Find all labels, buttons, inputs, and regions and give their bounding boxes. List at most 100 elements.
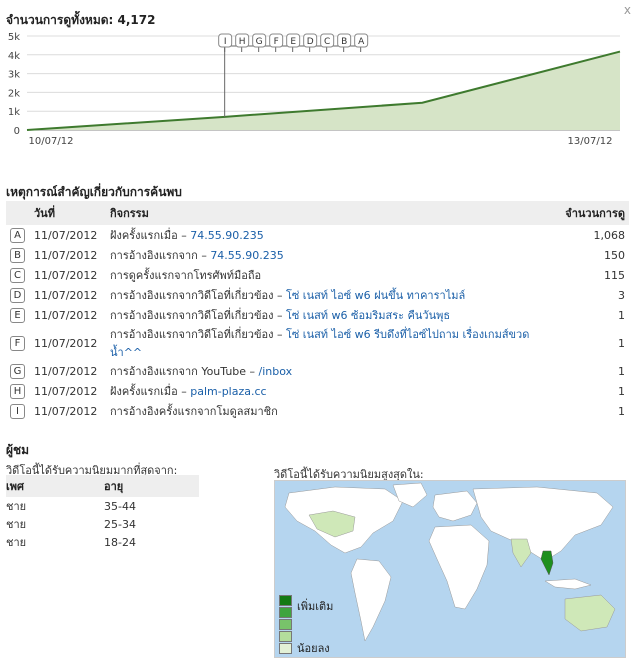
event-count: 115	[604, 268, 625, 282]
event-activity: การอ้างอิงแรกจาก YouTube – /inbox	[106, 361, 549, 381]
events-row: F 11/07/2012 การอ้างอิงแรกจากวิดีโอที่เกี่…	[6, 325, 629, 361]
event-letter-cell: H	[6, 381, 30, 401]
event-date: 11/07/2012	[34, 404, 98, 418]
event-activity-link[interactable]: โซ่ เนสท์ w6 ซ้อมริมสระ คืนวันพุธ	[286, 309, 450, 322]
event-activity: การอ้างอิงครั้งแรกจากโมดูลสมาชิก	[106, 401, 549, 421]
world-map[interactable]: เพิ่มเติม น้อยลง	[274, 480, 626, 658]
demographics-age: 18-24	[104, 535, 136, 549]
event-count: 3	[618, 288, 625, 302]
event-letter-cell: F	[6, 325, 30, 361]
event-activity-text: การอ้างอิงครั้งแรกจากโมดูลสมาชิก	[110, 405, 278, 418]
event-marker-label: A	[358, 37, 365, 47]
events-title: เหตุการณ์สำคัญเกี่ยวกับการค้นพบ	[6, 185, 182, 199]
event-letter-cell: G	[6, 361, 30, 381]
event-activity-text: การอ้างอิงแรกจากวิดีโอที่เกี่ยวข้อง –	[110, 289, 286, 302]
event-activity: การอ้างอิงแรกจากวิดีโอที่เกี่ยวข้อง – โซ…	[106, 305, 549, 325]
event-count: 1	[618, 404, 625, 418]
events-header-activity: กิจกรรม	[106, 201, 549, 225]
event-count: 1,068	[593, 228, 626, 242]
event-count: 1	[618, 364, 625, 378]
events-row: H 11/07/2012 ฝังครั้งแรกเมื่อ – palm-plaza…	[6, 381, 629, 401]
legend-swatch	[279, 607, 292, 618]
event-letter-badge[interactable]: D	[10, 287, 25, 303]
event-marker-label: B	[341, 37, 347, 47]
events-row: A 11/07/2012 ฝังครั้งแรกเมื่อ – 74.55.90.2…	[6, 225, 629, 245]
legend-less-label: น้อยลง	[297, 642, 330, 655]
events-header-date: วันที่	[30, 201, 106, 225]
events-row: G 11/07/2012 การอ้างอิงแรกจาก YouTube – /i…	[6, 361, 629, 381]
event-marker-label: E	[290, 37, 296, 47]
event-letter-badge[interactable]: G	[10, 363, 25, 379]
event-activity-text: ฝังครั้งแรกเมื่อ –	[110, 229, 191, 242]
events-header-letter	[6, 201, 30, 225]
event-date: 11/07/2012	[34, 336, 98, 350]
y-tick-label: 5k	[8, 32, 20, 43]
event-activity: การดูครั้งแรกจากโทรศัพท์มือถือ	[106, 265, 549, 285]
x-tick-label: 13/07/12	[568, 136, 613, 147]
event-letter-badge[interactable]: F	[10, 335, 25, 351]
demographics-gender: ชาย	[6, 536, 27, 549]
events-header-row: วันที่ กิจกรรม จำนวนการดู	[6, 201, 629, 225]
event-letter-badge[interactable]: I	[10, 403, 25, 419]
events-row: I 11/07/2012 การอ้างอิงครั้งแรกจากโมดูลสมา…	[6, 401, 629, 421]
events-row: C 11/07/2012 การดูครั้งแรกจากโทรศัพท์มือถื…	[6, 265, 629, 285]
event-activity-text: การอ้างอิงแรกจากวิดีโอที่เกี่ยวข้อง –	[110, 328, 286, 341]
event-marker-label: F	[274, 37, 279, 47]
event-letter-cell: A	[6, 225, 30, 245]
event-activity-link[interactable]: โซ่ เนสท์ ไอซ์ w6 ฝนขึ้น ทาคาราไมล์	[286, 289, 465, 302]
event-letter-badge[interactable]: A	[10, 227, 25, 243]
demographics-table: เพศ อายุ ชาย 35-44 ชาย 25-34 ชาย 18-24	[6, 475, 199, 551]
event-letter-badge[interactable]: B	[10, 247, 25, 263]
demographics-row: ชาย 18-24	[6, 533, 199, 551]
event-letter-cell: B	[6, 245, 30, 265]
event-activity: การอ้างอิงแรกจาก – 74.55.90.235	[106, 245, 549, 265]
event-activity-link[interactable]: palm-plaza.cc	[190, 385, 266, 398]
event-marker-label: D	[307, 37, 314, 47]
area-fill	[27, 51, 620, 130]
event-count: 1	[618, 384, 625, 398]
y-tick-label: 3k	[8, 70, 20, 81]
y-tick-label: 4k	[8, 51, 20, 62]
event-activity-link[interactable]: 74.55.90.235	[210, 249, 283, 262]
event-activity-text: ฝังครั้งแรกเมื่อ –	[110, 385, 191, 398]
event-letter-cell: D	[6, 285, 30, 305]
event-letter-cell: I	[6, 401, 30, 421]
demographics-row: ชาย 35-44	[6, 497, 199, 515]
events-row: D 11/07/2012 การอ้างอิงแรกจากวิดีโอที่เกี่…	[6, 285, 629, 305]
event-marker-label: I	[224, 37, 227, 47]
y-tick-label: 2k	[8, 88, 20, 99]
event-marker-label: G	[256, 37, 263, 47]
event-activity: การอ้างอิงแรกจากวิดีโอที่เกี่ยวข้อง – โซ…	[106, 325, 549, 361]
events-table: วันที่ กิจกรรม จำนวนการดู A 11/07/2012 ฝัง…	[6, 201, 629, 421]
event-count: 1	[618, 336, 625, 350]
y-tick-label: 1k	[8, 107, 20, 118]
event-letter-badge[interactable]: H	[10, 383, 25, 399]
map-legend: เพิ่มเติม น้อยลง	[279, 595, 369, 655]
demographics-header-row: เพศ อายุ	[6, 475, 199, 497]
legend-swatch	[279, 619, 292, 630]
audience-title: ผู้ชม	[6, 443, 30, 457]
event-date: 11/07/2012	[34, 228, 98, 242]
event-letter-badge[interactable]: C	[10, 267, 25, 283]
event-activity-text: การอ้างอิงแรกจาก –	[110, 249, 211, 262]
event-marker-label: C	[324, 37, 330, 47]
event-activity: การอ้างอิงแรกจากวิดีโอที่เกี่ยวข้อง – โซ…	[106, 285, 549, 305]
legend-swatch	[279, 643, 292, 654]
event-activity: ฝังครั้งแรกเมื่อ – palm-plaza.cc	[106, 381, 549, 401]
event-date: 11/07/2012	[34, 268, 98, 282]
events-header-count: จำนวนการดู	[549, 201, 629, 225]
event-activity-link[interactable]: 74.55.90.235	[190, 229, 263, 242]
event-date: 11/07/2012	[34, 384, 98, 398]
demographics-gender: ชาย	[6, 500, 27, 513]
demographics-age: 25-34	[104, 517, 136, 531]
event-letter-badge[interactable]: E	[10, 307, 25, 323]
events-row: B 11/07/2012 การอ้างอิงแรกจาก – 74.55.90.2…	[6, 245, 629, 265]
event-count: 150	[604, 248, 625, 262]
legend-swatch	[279, 595, 292, 606]
event-activity: ฝังครั้งแรกเมื่อ – 74.55.90.235	[106, 225, 549, 245]
event-activity-text: การอ้างอิงแรกจาก YouTube –	[110, 365, 259, 378]
legend-more-label: เพิ่มเติม	[297, 600, 334, 613]
event-date: 11/07/2012	[34, 308, 98, 322]
close-icon[interactable]: x	[624, 3, 631, 17]
event-activity-link[interactable]: /inbox	[259, 365, 293, 378]
